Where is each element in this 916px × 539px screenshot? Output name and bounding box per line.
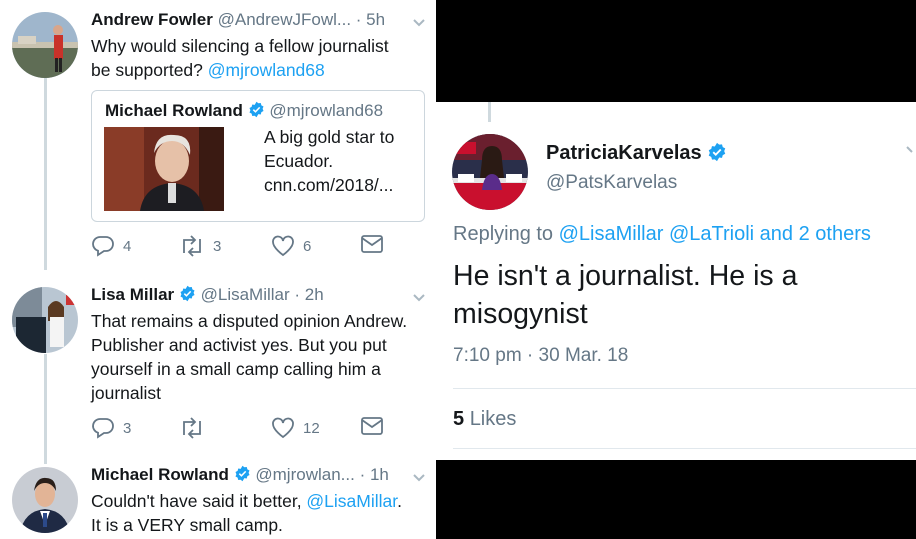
author-handle[interactable]: @PatsKarvelas [546, 172, 677, 194]
retweet-icon [183, 417, 201, 439]
retweet-button[interactable]: 3 [179, 235, 221, 257]
thread-connector [44, 354, 47, 464]
tweet-text-fragment: Couldn't have said it better, [91, 491, 307, 511]
thread-connector [488, 102, 491, 122]
quoted-tweet-image[interactable] [104, 127, 224, 211]
verified-badge-icon [249, 101, 264, 118]
likes-summary[interactable]: 5 Likes [453, 408, 516, 431]
chevron-down-icon[interactable] [412, 18, 426, 28]
author-name[interactable]: PatriciaKarvelas [546, 142, 727, 165]
avatar[interactable] [452, 134, 528, 210]
like-count: 12 [303, 419, 320, 437]
divider [453, 448, 916, 449]
divider [453, 388, 916, 389]
thread-connector [44, 78, 47, 270]
retweet-count: 3 [213, 237, 222, 255]
reply-icon [92, 418, 114, 439]
timestamp[interactable]: · 1h [360, 465, 389, 484]
mention-link[interactable]: @LisaMillar [306, 491, 397, 511]
timestamp[interactable]: 7:10 pm · 30 Mar. 18 [453, 345, 628, 367]
quoted-tweet-text: A big gold star to Ecuador. cnn.com/2018… [264, 127, 395, 195]
reply-button[interactable]: 3 [91, 417, 131, 439]
tweet-header: Michael Rowland @mjrowlan... · 1h [91, 465, 389, 485]
quoted-author-handle: @mjrowland68 [269, 101, 384, 120]
tweet-text: Couldn't have said it better, @LisaMilla… [91, 489, 429, 537]
tweet-header: Lisa Millar @LisaMillar · 2h [91, 285, 324, 305]
reply-icon [92, 236, 114, 257]
tweet-text: That remains a disputed opinion Andrew. … [91, 311, 408, 403]
verified-badge-icon [235, 465, 250, 482]
message-icon [361, 417, 383, 435]
reply-count: 3 [123, 419, 132, 437]
like-icon [272, 235, 294, 257]
replying-to: Replying to @LisaMillar @LaTrioli and 2 … [453, 223, 871, 246]
thread-panel: Andrew Fowler @AndrewJFowl... · 5h Why w… [0, 0, 436, 539]
quoted-author-name: Michael Rowland [105, 101, 243, 120]
author-handle[interactable]: @mjrowlan... [255, 465, 354, 484]
tweet-header: Andrew Fowler @AndrewJFowl... · 5h [91, 10, 385, 30]
tweet-text-line: Couldn't have said it better, @LisaMilla… [91, 489, 429, 513]
mention-link[interactable]: @mjrowland68 [208, 60, 325, 80]
tweet-text: He isn't a journalist. He is a misogynis… [453, 260, 798, 330]
reply-count: 4 [123, 237, 132, 255]
tweet-text-fragment: . [397, 491, 403, 511]
tweet-text-line: It is a VERY small camp. [91, 515, 283, 535]
retweet-icon [183, 235, 201, 257]
replying-label: Replying to [453, 223, 554, 245]
chevron-down-icon[interactable] [906, 146, 916, 154]
tweet-text-fragment: be supported? [91, 60, 208, 80]
tweet-detail-panel: PatriciaKarvelas @PatsKarvelas Replying … [436, 102, 916, 460]
avatar[interactable] [12, 467, 78, 533]
quoted-tweet-header: Michael Rowland @mjrowland68 [105, 101, 383, 121]
likes-label: Likes [469, 408, 517, 430]
author-name-text: PatriciaKarvelas [546, 142, 702, 164]
like-button[interactable]: 12 [271, 417, 320, 439]
chevron-down-icon[interactable] [412, 293, 426, 303]
timestamp[interactable]: · 5h [356, 10, 385, 29]
author-name[interactable]: Andrew Fowler [91, 10, 213, 29]
like-count: 6 [303, 237, 312, 255]
tweet-actions: 4 3 6 [91, 235, 391, 259]
quoted-tweet[interactable]: Michael Rowland @mjrowland68 A big gold … [91, 90, 425, 222]
author-handle[interactable]: @AndrewJFowl... [218, 10, 351, 29]
tweet-actions: 3 12 [91, 417, 391, 441]
replying-others-link[interactable]: and 2 others [760, 223, 871, 245]
tweet-text: Why would silencing a fellow journalist … [91, 34, 421, 82]
author-name[interactable]: Michael Rowland [91, 465, 229, 484]
like-icon [272, 417, 294, 439]
tweet-text-line: Why would silencing a fellow journalist [91, 36, 389, 56]
avatar[interactable] [12, 287, 78, 353]
verified-badge-icon [180, 285, 195, 302]
message-button[interactable] [361, 417, 383, 435]
avatar[interactable] [12, 12, 78, 78]
verified-badge-icon [708, 142, 726, 162]
replying-mentions[interactable]: @LisaMillar @LaTrioli [559, 223, 754, 245]
likes-count: 5 [453, 408, 465, 430]
message-button[interactable] [361, 235, 383, 253]
reply-button[interactable]: 4 [91, 235, 131, 257]
timestamp[interactable]: · 2h [294, 285, 323, 304]
message-icon [361, 235, 383, 253]
author-name[interactable]: Lisa Millar [91, 285, 174, 304]
author-handle[interactable]: @LisaMillar [201, 285, 290, 304]
like-button[interactable]: 6 [271, 235, 311, 257]
tweet-text-line: be supported? @mjrowland68 [91, 58, 421, 82]
retweet-button[interactable] [179, 417, 213, 439]
chevron-down-icon[interactable] [412, 473, 426, 483]
